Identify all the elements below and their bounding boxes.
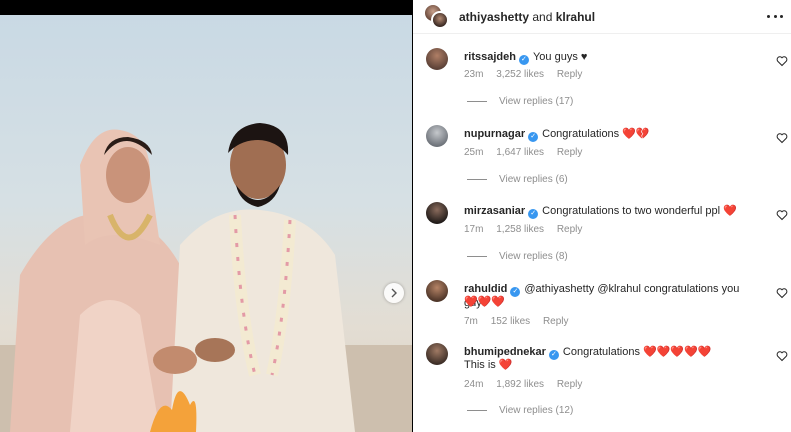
comment-body: Congratulations to two wonderful ppl ❤️	[542, 205, 737, 217]
more-horizontal-icon[interactable]	[767, 8, 783, 24]
comment-time: 23m	[464, 69, 484, 80]
avatar[interactable]	[426, 125, 448, 147]
comment-meta: 17m 1,258 likes Reply	[464, 224, 592, 235]
next-photo-button[interactable]	[384, 283, 404, 303]
view-replies-label: View replies (8)	[499, 251, 568, 262]
view-replies-button[interactable]: View replies (12)	[467, 405, 573, 416]
reply-button[interactable]: Reply	[557, 69, 583, 80]
comment-time: 24m	[464, 379, 484, 390]
author-username-1[interactable]: athiyashetty	[459, 10, 529, 24]
comment-time: 25m	[464, 147, 484, 158]
view-replies-button[interactable]: View replies (6)	[467, 174, 568, 185]
post-header: athiyashetty and klrahul	[413, 0, 791, 34]
view-replies-label: View replies (17)	[499, 96, 574, 107]
divider	[467, 410, 487, 411]
comment-username[interactable]: rahuldid	[464, 283, 507, 295]
comment-text-line-2: ❤️❤️❤️	[464, 296, 506, 308]
chevron-right-icon	[391, 288, 397, 298]
comment-likes[interactable]: 3,252 likes	[496, 69, 544, 80]
comment-body: Congratulations ❤️💔	[542, 128, 650, 140]
heart-outline-icon[interactable]	[776, 350, 788, 362]
divider	[467, 256, 487, 257]
heart-outline-icon[interactable]	[776, 55, 788, 67]
heart-outline-icon[interactable]	[776, 132, 788, 144]
comment-likes[interactable]: 152 likes	[491, 316, 530, 327]
comment-meta: 24m 1,892 likes Reply	[464, 379, 592, 390]
comment-username[interactable]: bhumipednekar	[464, 346, 546, 358]
comment-username[interactable]: nupurnagar	[464, 128, 525, 140]
reply-button[interactable]: Reply	[543, 316, 569, 327]
reply-button[interactable]: Reply	[557, 379, 583, 390]
view-replies-button[interactable]: View replies (8)	[467, 251, 568, 262]
view-replies-button[interactable]: View replies (17)	[467, 96, 573, 107]
comment-text: nupurnagar ✓ Congratulations ❤️💔	[464, 128, 764, 142]
collab-avatar[interactable]	[424, 4, 449, 29]
post-photo[interactable]	[0, 15, 412, 432]
divider	[467, 101, 487, 102]
comment-meta: 23m 3,252 likes Reply	[464, 69, 592, 80]
view-replies-label: View replies (6)	[499, 174, 568, 185]
comment-time: 17m	[464, 224, 484, 235]
author-username-2[interactable]: klrahul	[556, 10, 595, 24]
post-modal: athiyashetty and klrahul ritssajdeh ✓ You …	[0, 0, 791, 432]
view-replies-label: View replies (12)	[499, 405, 574, 416]
comment-likes[interactable]: 1,647 likes	[496, 147, 544, 158]
comment-time: 7m	[464, 316, 478, 327]
comment-body: You guys ♥	[532, 51, 588, 63]
comment-username[interactable]: mirzasaniar	[464, 205, 525, 217]
verified-badge-icon: ✓	[518, 55, 529, 65]
divider	[467, 179, 487, 180]
comments-panel: athiyashetty and klrahul ritssajdeh ✓ You …	[413, 0, 791, 432]
avatar	[431, 11, 449, 29]
couple-photo-illustration	[0, 123, 412, 432]
avatar[interactable]	[426, 280, 448, 302]
verified-badge-icon: ✓	[528, 132, 539, 142]
comment-text: bhumipednekar ✓ Congratulations ❤️❤️❤️❤️❤️	[464, 346, 764, 360]
reply-button[interactable]: Reply	[557, 224, 583, 235]
avatar[interactable]	[426, 48, 448, 70]
avatar[interactable]	[426, 343, 448, 365]
comment-meta: 7m 152 likes Reply	[464, 316, 579, 327]
comment-body: Congratulations ❤️❤️❤️❤️❤️	[562, 346, 712, 358]
heart-outline-icon[interactable]	[776, 209, 788, 221]
comment-likes[interactable]: 1,258 likes	[496, 224, 544, 235]
comment-text: ritssajdeh ✓ You guys ♥	[464, 51, 764, 65]
avatar[interactable]	[426, 202, 448, 224]
reply-button[interactable]: Reply	[557, 147, 583, 158]
verified-badge-icon: ✓	[528, 209, 539, 219]
comment-text: mirzasaniar ✓ Congratulations to two wonde…	[464, 205, 764, 219]
comment-username[interactable]: ritssajdeh	[464, 51, 516, 63]
comment-meta: 25m 1,647 likes Reply	[464, 147, 592, 158]
heart-outline-icon[interactable]	[776, 287, 788, 299]
post-authors: athiyashetty and klrahul	[459, 10, 595, 24]
comment-likes[interactable]: 1,892 likes	[496, 379, 544, 390]
author-joiner: and	[532, 10, 553, 24]
comment-text-line-2: This is ❤️	[464, 359, 513, 371]
